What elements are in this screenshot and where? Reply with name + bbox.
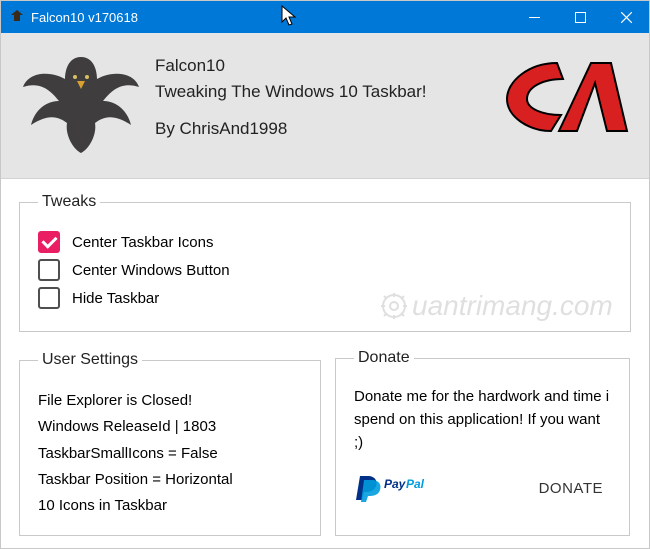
ca-logo-icon <box>499 57 629 137</box>
donate-button[interactable]: DONATE <box>531 471 611 506</box>
tweaks-legend: Tweaks <box>38 193 100 211</box>
header-text: Falcon10 Tweaking The Windows 10 Taskbar… <box>155 51 499 142</box>
close-button[interactable] <box>603 1 649 33</box>
tweak-row: Center Taskbar Icons <box>38 231 612 253</box>
user-setting-line: 10 Icons in Taskbar <box>38 493 302 519</box>
minimize-button[interactable] <box>511 1 557 33</box>
donate-group: Donate Donate me for the hardwork and ti… <box>335 346 630 536</box>
app-tagline: Tweaking The Windows 10 Taskbar! <box>155 79 499 105</box>
donate-row: Pay Pal DONATE <box>354 471 611 506</box>
eagle-icon <box>21 51 141 156</box>
titlebar: Falcon10 v170618 <box>1 1 649 33</box>
user-setting-line: File Explorer is Closed! <box>38 388 302 414</box>
tweaks-group: Tweaks Center Taskbar Icons Center Windo… <box>19 193 631 332</box>
tweak-label: Center Taskbar Icons <box>72 234 213 251</box>
user-setting-line: Windows ReleaseId | 1803 <box>38 414 302 440</box>
app-name: Falcon10 <box>155 53 499 79</box>
paypal-icon: Pay Pal <box>354 474 428 502</box>
tweak-label: Center Windows Button <box>72 262 230 279</box>
tweak-label: Hide Taskbar <box>72 290 159 307</box>
donate-text: Donate me for the hardwork and time i sp… <box>354 385 611 455</box>
center-taskbar-icons-checkbox[interactable] <box>38 231 60 253</box>
center-windows-button-checkbox[interactable] <box>38 259 60 281</box>
svg-text:Pal: Pal <box>406 477 425 491</box>
donate-legend: Donate <box>354 346 414 371</box>
tweak-row: Center Windows Button <box>38 259 612 281</box>
body: Tweaks Center Taskbar Icons Center Windo… <box>1 179 649 548</box>
app-byline: By ChrisAnd1998 <box>155 116 499 142</box>
user-setting-line: Taskbar Position = Horizontal <box>38 467 302 493</box>
user-setting-line: TaskbarSmallIcons = False <box>38 441 302 467</box>
window-title: Falcon10 v170618 <box>31 10 511 25</box>
user-settings-legend: User Settings <box>38 346 142 374</box>
tweak-row: Hide Taskbar <box>38 287 612 309</box>
svg-text:Pay: Pay <box>384 477 407 491</box>
user-settings-group: User Settings File Explorer is Closed! W… <box>19 346 321 536</box>
hide-taskbar-checkbox[interactable] <box>38 287 60 309</box>
maximize-button[interactable] <box>557 1 603 33</box>
app-icon <box>9 9 25 25</box>
header: Falcon10 Tweaking The Windows 10 Taskbar… <box>1 33 649 179</box>
